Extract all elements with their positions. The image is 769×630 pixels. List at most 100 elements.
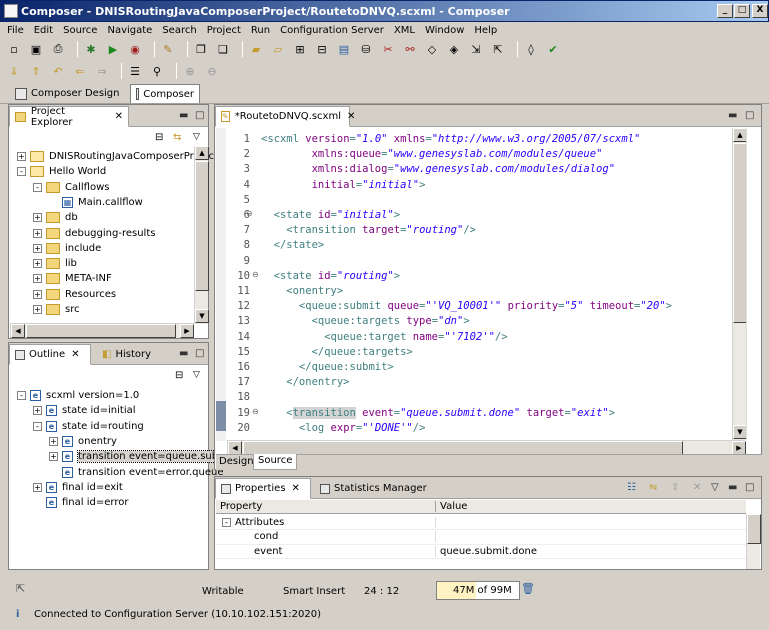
- scroll-right-button[interactable]: ▶: [180, 324, 194, 338]
- menu-xml[interactable]: XML: [389, 25, 420, 36]
- garbage-collect-icon[interactable]: 🗑: [521, 582, 535, 595]
- tree-item[interactable]: + Resources: [33, 287, 116, 302]
- delete-icon[interactable]: ✕: [693, 482, 701, 493]
- tab-design[interactable]: Design: [219, 456, 254, 467]
- editor-hscrollbar[interactable]: ◀ ▶: [227, 440, 746, 455]
- workflow-icon[interactable]: ⊞: [292, 41, 308, 57]
- categories-icon[interactable]: ☷: [627, 482, 636, 493]
- diagram-icon[interactable]: ⊟: [314, 41, 330, 57]
- code-line[interactable]: <queue:target name="'7102'"/>: [261, 330, 732, 345]
- property-row[interactable]: event queue.submit.done: [216, 544, 746, 559]
- close-icon[interactable]: ✕: [115, 111, 123, 122]
- expand-toggle-icon[interactable]: +: [33, 243, 42, 253]
- fold-toggle-icon[interactable]: ⊖: [246, 209, 253, 218]
- hscroll-thumb[interactable]: [26, 324, 176, 338]
- code-line[interactable]: <transition target="routing"/>: [261, 223, 732, 238]
- export-icon[interactable]: ⇲: [468, 41, 484, 57]
- code-line[interactable]: <onentry>: [261, 284, 732, 299]
- filter-icon[interactable]: ⇋: [649, 482, 657, 493]
- property-row[interactable]: cond: [216, 530, 746, 545]
- scroll-thumb[interactable]: [747, 514, 761, 544]
- menu-window[interactable]: Window: [420, 25, 469, 36]
- expand-icon[interactable]: ⊕: [182, 63, 198, 79]
- maximize-view-icon[interactable]: □: [745, 482, 754, 493]
- perspective-composer-design[interactable]: Composer Design: [10, 84, 125, 103]
- maximize-view-icon[interactable]: □: [745, 110, 754, 121]
- outline-item[interactable]: - e scxml version=1.0: [17, 388, 139, 403]
- fast-view-icon[interactable]: ⇱: [16, 582, 25, 595]
- callflow-icon[interactable]: ▱: [270, 41, 286, 57]
- outline-item[interactable]: e final id=error: [33, 495, 128, 510]
- expand-toggle-icon[interactable]: +: [33, 305, 42, 314]
- menu-search[interactable]: Search: [157, 25, 201, 36]
- expand-toggle-icon[interactable]: +: [33, 213, 42, 223]
- paste-icon[interactable]: ❏: [215, 41, 231, 57]
- code-line[interactable]: </queue:targets>: [261, 345, 732, 360]
- minimize-view-icon[interactable]: ▬: [728, 482, 737, 493]
- prev-annotation-icon[interactable]: ⇑: [28, 63, 44, 79]
- fold-toggle-icon[interactable]: ⊖: [252, 407, 259, 416]
- code-line[interactable]: <scxml version="1.0" xmlns="http://www.w…: [261, 132, 732, 147]
- import-icon[interactable]: ⇱: [490, 41, 506, 57]
- expand-toggle-icon[interactable]: -: [33, 182, 42, 192]
- save-icon[interactable]: ▣: [28, 41, 44, 57]
- debug-icon[interactable]: ✱: [83, 41, 99, 57]
- explorer-hscrollbar[interactable]: ◀ ▶: [10, 323, 194, 338]
- outline-item[interactable]: - e state id=routing: [33, 419, 144, 434]
- perspective-composer[interactable]: Composer: [130, 84, 200, 103]
- expand-toggle-icon[interactable]: +: [33, 259, 42, 269]
- tab-source[interactable]: Source: [253, 454, 298, 470]
- scroll-down-button[interactable]: ▼: [733, 425, 747, 439]
- code-line[interactable]: [261, 390, 732, 405]
- tab-history[interactable]: ◧ History: [97, 344, 156, 365]
- view-menu-icon[interactable]: ▽: [711, 482, 719, 493]
- property-column-header[interactable]: Property: [216, 501, 436, 512]
- tree-item[interactable]: ▦ Main.callflow: [49, 195, 143, 210]
- tab-properties[interactable]: Properties ✕: [215, 478, 311, 499]
- expand-toggle-icon[interactable]: +: [17, 152, 26, 161]
- menu-edit[interactable]: Edit: [29, 25, 58, 36]
- tab-statistics-manager[interactable]: Statistics Manager: [315, 478, 432, 499]
- scroll-up-button[interactable]: ▲: [733, 128, 747, 142]
- link-editor-icon[interactable]: ⇆: [173, 132, 181, 143]
- menu-configuration-server[interactable]: Configuration Server: [275, 25, 389, 36]
- code-line[interactable]: <queue:targets type="dn">: [261, 314, 732, 329]
- maximize-view-icon[interactable]: □: [195, 110, 204, 121]
- fold-toggle-icon[interactable]: ⊖: [252, 270, 259, 279]
- code-line[interactable]: [261, 193, 732, 208]
- validate-icon[interactable]: ◊: [523, 41, 539, 57]
- expand-toggle-icon[interactable]: +: [33, 289, 42, 299]
- code-line[interactable]: [261, 254, 732, 269]
- value-column-header[interactable]: Value: [436, 501, 467, 512]
- outline-icon[interactable]: ☰: [127, 63, 143, 79]
- minimize-view-icon[interactable]: ▬: [179, 348, 188, 359]
- restore-default-icon[interactable]: ⇪: [671, 482, 679, 493]
- external-tools-icon[interactable]: ◉: [127, 41, 143, 57]
- tab-project-explorer[interactable]: Project Explorer ✕: [9, 106, 129, 128]
- code-line[interactable]: <transition event="queue.submit.done" ta…: [261, 406, 732, 421]
- close-icon[interactable]: ✕: [347, 111, 355, 122]
- expand-toggle-icon[interactable]: +: [33, 274, 42, 284]
- scroll-down-button[interactable]: ▼: [195, 309, 209, 323]
- scroll-thumb[interactable]: [195, 161, 209, 291]
- back-icon[interactable]: ⇐: [72, 63, 88, 79]
- menu-source[interactable]: Source: [58, 25, 102, 36]
- explorer-vscrollbar[interactable]: ▲ ▼: [194, 146, 209, 324]
- editor-vscrollbar[interactable]: ▲ ▼: [732, 128, 747, 440]
- code-line[interactable]: <log expr="'DONE'"/>: [261, 421, 732, 436]
- tab-outline[interactable]: Outline ✕: [9, 344, 91, 365]
- expand-toggle-icon[interactable]: -: [17, 167, 26, 177]
- outline-item[interactable]: + e state id=initial: [33, 403, 136, 418]
- collapse-icon[interactable]: ⊖: [204, 63, 220, 79]
- forward-icon[interactable]: ⇒: [94, 63, 110, 79]
- disconnect-icon[interactable]: ✂: [380, 41, 396, 57]
- outline-item[interactable]: e transition event=error.queue: [49, 465, 223, 480]
- tree-item[interactable]: + debugging-results: [33, 226, 155, 241]
- tab-editor-file[interactable]: ✎ *RoutetoDNVQ.scxml ✕: [215, 106, 355, 127]
- new-icon[interactable]: ▫: [6, 41, 22, 57]
- expand-toggle-icon[interactable]: +: [33, 406, 42, 416]
- scroll-right-button[interactable]: ▶: [732, 441, 746, 455]
- expand-toggle-icon[interactable]: +: [33, 228, 42, 238]
- pin-icon[interactable]: ⚲: [149, 63, 165, 79]
- speaker-icon[interactable]: ◈: [446, 41, 462, 57]
